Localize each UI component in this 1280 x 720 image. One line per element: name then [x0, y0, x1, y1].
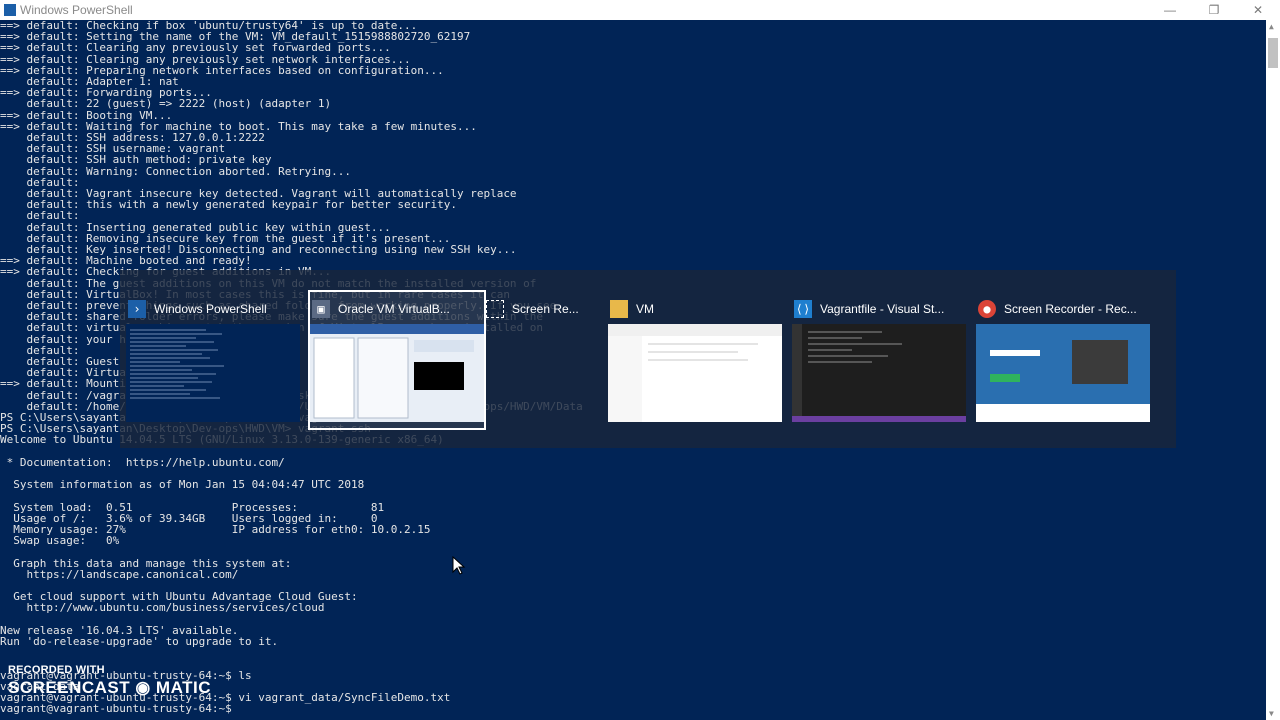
window-thumbnail: [126, 324, 300, 422]
chrome-icon: ●: [978, 300, 996, 318]
terminal-line: default:: [0, 209, 80, 223]
folder-icon: [610, 300, 628, 318]
terminal-line: vagrant@vagrant-ubuntu-trusty-64:~$: [0, 702, 232, 716]
terminal-line: default: SSH auth method: private key: [0, 153, 272, 167]
scroll-up-icon[interactable]: ▲: [1269, 22, 1274, 31]
terminal-line: System information as of Mon Jan 15 04:0…: [0, 478, 365, 492]
close-button[interactable]: ✕: [1236, 0, 1280, 20]
powershell-icon: [4, 4, 16, 16]
window-thumbnail: [976, 324, 1150, 422]
terminal-line: * Documentation: https://help.ubuntu.com…: [0, 455, 285, 469]
screen-recorder-icon: [486, 300, 504, 318]
terminal-line: Swap usage: 0%: [0, 534, 120, 548]
vscode-icon: ⟨⟩: [794, 300, 812, 318]
watermark-line1: RECORDED WITH: [8, 664, 105, 676]
switcher-item-powershell[interactable]: › Windows PowerShell: [126, 292, 300, 428]
mouse-cursor-icon: [452, 556, 466, 575]
scroll-down-icon[interactable]: ▼: [1269, 709, 1274, 718]
window-title: Windows PowerShell: [20, 3, 133, 17]
switcher-item-label: Screen Recorder - Rec...: [1004, 302, 1137, 316]
powershell-icon: ›: [128, 300, 146, 318]
window-titlebar: Windows PowerShell — ❐ ✕: [0, 0, 1280, 20]
switcher-item-label: Vagrantfile - Visual St...: [820, 302, 945, 316]
switcher-item-label: VM: [636, 302, 654, 316]
window-thumbnail: [792, 324, 966, 422]
maximize-button[interactable]: ❐: [1192, 0, 1236, 20]
switcher-item-vm-folder[interactable]: VM: [608, 292, 782, 428]
window-thumbnail: [608, 324, 782, 422]
window-thumbnail: [310, 324, 484, 422]
screencast-o-matic-watermark: RECORDED WITH SCREENCAST ◉ MATIC: [8, 664, 211, 698]
virtualbox-icon: ▣: [312, 300, 330, 318]
terminal-line: https://landscape.canonical.com/: [0, 567, 239, 581]
vertical-scrollbar[interactable]: ▲ ▼: [1266, 20, 1280, 720]
minimize-button[interactable]: —: [1148, 0, 1192, 20]
watermark-line2: SCREENCAST ◉ MATIC: [8, 678, 211, 697]
terminal-line: http://www.ubuntu.com/business/services/…: [0, 601, 325, 615]
switcher-item-vscode[interactable]: ⟨⟩ Vagrantfile - Visual St...: [792, 292, 966, 428]
switcher-item-label: Windows PowerShell: [154, 302, 267, 316]
switcher-item-label: Oracle VM VirtualB...: [338, 302, 450, 316]
switcher-item-chrome[interactable]: ● Screen Recorder - Rec...: [976, 292, 1150, 428]
terminal-line: Run 'do-release-upgrade' to upgrade to i…: [0, 635, 279, 648]
terminal-line: ==> default: Clearing any previously set…: [0, 41, 391, 55]
scrollbar-thumb[interactable]: [1268, 38, 1278, 68]
task-switcher: › Windows PowerShell ▣ Oracle VM Virtual…: [120, 270, 1176, 448]
terminal-line: default: 22 (guest) => 2222 (host) (adap…: [0, 97, 332, 111]
switcher-item-virtualbox[interactable]: ▣ Oracle VM VirtualB...: [308, 290, 486, 430]
